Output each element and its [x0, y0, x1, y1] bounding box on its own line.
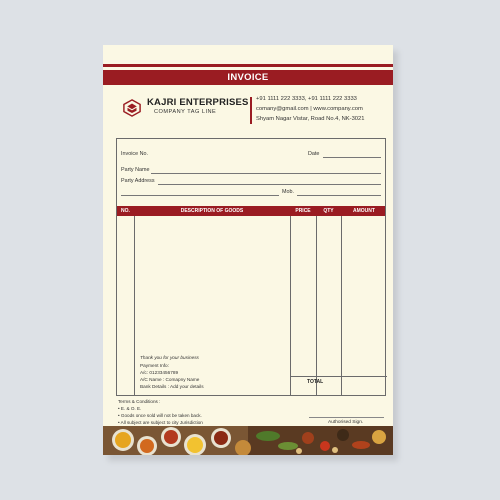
col-amount-header: AMOUNT [353, 208, 375, 214]
col-price-header: PRICE [295, 208, 311, 214]
col-no-header: NO. [121, 208, 130, 214]
invoice-sheet: INVOICE KAJRI ENTERPRISES COMPANY TAG LI… [103, 45, 393, 455]
top-accent-bar [103, 64, 393, 67]
company-name: KAJRI ENTERPRISES [147, 97, 249, 108]
col-qty-header: QTY [323, 208, 334, 214]
contact-address: Shyam Nagar Vistar, Road No.4, NK-3021 [256, 116, 365, 122]
bank-details: Bank Details : Add your details [140, 384, 204, 389]
invoice-title: INVOICE [227, 72, 269, 83]
mob-field[interactable] [297, 195, 381, 196]
terms-item: • All subject are subject to city Jurisd… [118, 420, 203, 425]
invoice-no-label: Invoice No. [121, 151, 148, 157]
authorised-sign-label: Authorised Sign. [328, 420, 364, 425]
contact-phones: +91 1111 222 3333, +91 1111 222 3333 [256, 96, 357, 102]
table-header: NO. DESCRIPTION OF GOODS PRICE QTY AMOUN… [117, 206, 385, 216]
col-divider-no [134, 216, 135, 396]
account-name: A/C Name : Comapny Name [140, 377, 200, 382]
invoice-form: Invoice No. Date Party Name Party Addres… [116, 138, 387, 396]
account-number: A/c: 01233456789 [140, 370, 179, 375]
payment-info-label: Payment Info: [140, 363, 169, 368]
header-divider [250, 97, 252, 124]
party-address-field[interactable] [158, 184, 381, 185]
col-divider-price [316, 216, 317, 396]
contact-email-web: comany@gmail.com | www.company.com [256, 106, 363, 112]
total-label: TOTAL [307, 379, 324, 385]
date-label: Date [308, 151, 320, 157]
address-line-2-field[interactable] [121, 195, 279, 196]
company-tagline: COMPANY TAG LINE [154, 109, 217, 115]
terms-item: • E. & O. E. [118, 406, 142, 411]
col-divider-description [290, 216, 291, 396]
total-row-top [290, 376, 387, 377]
terms-heading: Terms & Conditions : [118, 399, 161, 404]
party-name-field[interactable] [151, 173, 381, 174]
col-divider-qty [341, 216, 342, 396]
terms-item: • Goods once sold will not be taken back… [118, 413, 202, 418]
col-description-header: DESCRIPTION OF GOODS [180, 208, 244, 214]
thank-you-note: Thank you for your business [140, 355, 199, 360]
date-field[interactable] [323, 157, 381, 158]
signature-line [309, 417, 384, 418]
mob-label: Mob. [282, 189, 294, 195]
party-name-label: Party Name [121, 167, 150, 173]
invoice-title-bar: INVOICE [103, 70, 393, 85]
party-address-label: Party Address [121, 178, 155, 184]
spice-bowls-decoration [103, 426, 393, 455]
company-logo-icon [123, 99, 141, 117]
